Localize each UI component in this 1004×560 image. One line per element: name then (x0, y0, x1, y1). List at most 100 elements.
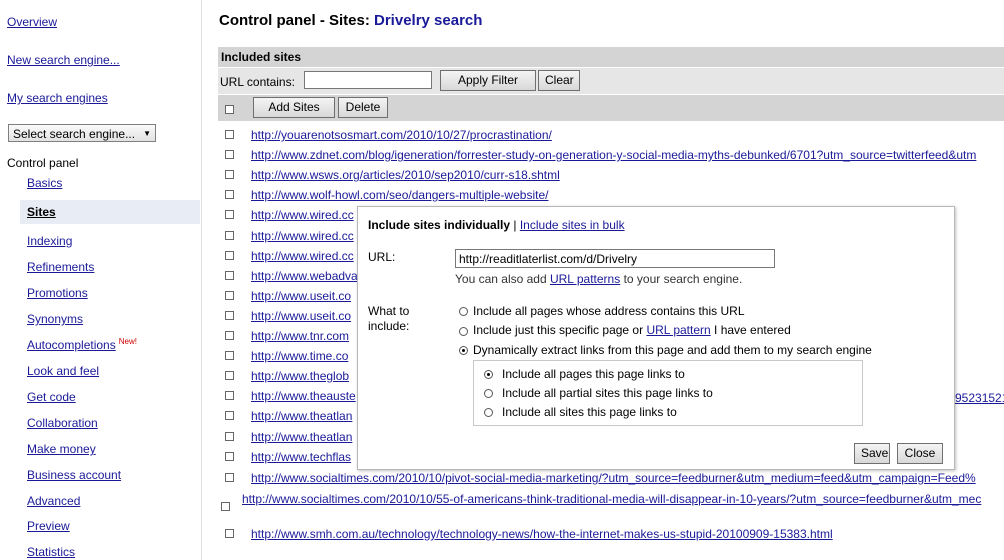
included-sites-header: Included sites (218, 47, 1004, 67)
clear-button[interactable]: Clear (538, 70, 580, 91)
select-all-checkbox[interactable] (225, 105, 234, 114)
sidebar-item-business-account[interactable]: Business account (27, 468, 121, 482)
sub-option-all-pages[interactable]: Include all pages this page links to (502, 367, 685, 381)
row-checkbox[interactable] (225, 529, 234, 538)
row-checkbox[interactable] (225, 291, 234, 300)
row-checkbox[interactable] (225, 271, 234, 280)
sidebar-item-get-code[interactable]: Get code (27, 390, 76, 404)
row-checkbox[interactable] (225, 231, 234, 240)
header-separator: | (510, 218, 520, 232)
radio-partial-sites-links[interactable] (484, 389, 493, 398)
radio-include-specific[interactable] (459, 327, 468, 336)
url-hint-prefix: You can also add (455, 272, 550, 286)
row-checkbox[interactable] (225, 351, 234, 360)
url-field[interactable] (455, 249, 775, 268)
site-url-link[interactable]: http://www.techflas (251, 450, 351, 464)
site-url-link[interactable]: http://www.theatlan (251, 409, 352, 423)
table-row: http://www.wsws.org/articles/2010/sep201… (218, 165, 1004, 185)
site-url-link[interactable]: http://www.theauste (251, 389, 356, 403)
radio-all-pages-links[interactable] (484, 370, 493, 379)
overview-link[interactable]: Overview (7, 15, 57, 29)
row-checkbox[interactable] (225, 130, 234, 139)
my-search-engines-link[interactable]: My search engines (7, 91, 108, 105)
site-url-link[interactable]: http://www.wired.cc (251, 208, 354, 222)
include-label: include: (368, 319, 410, 333)
add-sites-button[interactable]: Add Sites (253, 97, 335, 118)
site-url-link[interactable]: http://www.webadva (251, 269, 358, 283)
site-url-link[interactable]: http://www.wired.cc (251, 229, 354, 243)
url-pattern-link[interactable]: URL pattern (646, 323, 710, 337)
url-label: URL: (368, 250, 396, 264)
row-checkbox[interactable] (225, 170, 234, 179)
option-include-specific[interactable]: Include just this specific page or URL p… (473, 323, 791, 337)
sidebar-item-advanced[interactable]: Advanced (27, 494, 80, 508)
delete-button[interactable]: Delete (338, 97, 388, 118)
site-url-link[interactable]: http://youarenotsosmart.com/2010/10/27/p… (251, 128, 552, 142)
site-url-link[interactable]: http://www.socialtimes.com/2010/10/55-of… (242, 492, 981, 506)
site-url-link[interactable]: http://www.useit.co (251, 289, 351, 303)
site-url-link[interactable]: http://www.smh.com.au/technology/technol… (251, 527, 833, 541)
site-url-link[interactable]: http://www.time.co (251, 349, 348, 363)
sidebar-item-promotions[interactable]: Promotions (27, 286, 88, 300)
row-checkbox[interactable] (225, 432, 234, 441)
close-button[interactable]: Close (897, 443, 943, 464)
sub-option-all-sites[interactable]: Include all sites this page links to (502, 405, 677, 419)
sidebar-item-statistics[interactable]: Statistics (27, 545, 75, 559)
sidebar-item-synonyms[interactable]: Synonyms (27, 312, 83, 326)
site-url-link[interactable]: http://www.tnr.com (251, 329, 349, 343)
site-url-link[interactable]: http://www.wsws.org/articles/2010/sep201… (251, 168, 560, 182)
include-in-bulk-link[interactable]: Include sites in bulk (520, 218, 625, 232)
row-checkbox[interactable] (225, 251, 234, 260)
sidebar-item-refinements[interactable]: Refinements (27, 260, 94, 274)
sidebar-item-look-and-feel[interactable]: Look and feel (27, 364, 99, 378)
dialog-header: Include sites individually | Include sit… (368, 218, 625, 232)
select-search-engine-dropdown[interactable]: Select search engine... ▼ (8, 124, 156, 142)
row-text-tail[interactable]: 95231521 (955, 391, 1004, 405)
sidebar-item-basics[interactable]: Basics (27, 176, 62, 190)
row-checkbox[interactable] (225, 190, 234, 199)
sidebar-item-autocompletions[interactable]: Autocompletions New! (27, 337, 137, 352)
row-checkbox[interactable] (225, 311, 234, 320)
sidebar-item-collaboration[interactable]: Collaboration (27, 416, 98, 430)
row-checkbox[interactable] (225, 411, 234, 420)
url-patterns-link[interactable]: URL patterns (550, 272, 620, 286)
row-checkbox[interactable] (225, 371, 234, 380)
radio-dynamic-extract[interactable] (459, 346, 468, 355)
option-include-address[interactable]: Include all pages whose address contains… (473, 304, 745, 318)
table-row: http://www.wolf-howl.com/seo/dangers-mul… (218, 185, 1004, 205)
row-checkbox[interactable] (225, 150, 234, 159)
filter-row: URL contains: Apply Filter Clear (218, 68, 1004, 94)
new-search-engine-link[interactable]: New search engine... (7, 53, 120, 67)
row-checkbox[interactable] (225, 331, 234, 340)
row-checkbox[interactable] (221, 502, 230, 511)
url-contains-input[interactable] (304, 71, 432, 89)
row-checkbox[interactable] (225, 473, 234, 482)
sidebar-item-sites-label: Sites (27, 205, 56, 219)
site-url-link[interactable]: http://www.wolf-howl.com/seo/dangers-mul… (251, 188, 548, 202)
sidebar-item-indexing[interactable]: Indexing (27, 234, 72, 248)
sub-option-partial-sites[interactable]: Include all partial sites this page link… (502, 386, 713, 400)
site-url-link[interactable]: http://www.socialtimes.com/2010/10/pivot… (251, 471, 976, 485)
option-dynamic-extract[interactable]: Dynamically extract links from this page… (473, 343, 872, 357)
row-checkbox[interactable] (225, 210, 234, 219)
control-panel-label: Control panel (7, 156, 79, 170)
sidebar-item-make-money[interactable]: Make money (27, 442, 96, 456)
sidebar-item-sites[interactable]: Sites (20, 200, 200, 224)
table-row: http://www.smh.com.au/technology/technol… (218, 524, 1004, 544)
save-button[interactable]: Save (854, 443, 890, 464)
new-badge: New! (118, 337, 137, 346)
sidebar-item-preview[interactable]: Preview (27, 519, 70, 533)
site-url-link[interactable]: http://www.theatlan (251, 430, 352, 444)
include-individually-label: Include sites individually (368, 218, 511, 232)
sidebar-item-autocompletions-label[interactable]: Autocompletions (27, 338, 116, 352)
row-checkbox[interactable] (225, 452, 234, 461)
site-url-link[interactable]: http://www.zdnet.com/blog/igeneration/fo… (251, 148, 976, 162)
row-tail-link[interactable]: 95231521 (955, 391, 1004, 405)
site-url-link[interactable]: http://www.wired.cc (251, 249, 354, 263)
row-checkbox[interactable] (225, 391, 234, 400)
radio-all-sites-links[interactable] (484, 408, 493, 417)
apply-filter-button[interactable]: Apply Filter (440, 70, 536, 91)
site-url-link[interactable]: http://www.theglob (251, 369, 349, 383)
site-url-link[interactable]: http://www.useit.co (251, 309, 351, 323)
radio-include-address[interactable] (459, 307, 468, 316)
